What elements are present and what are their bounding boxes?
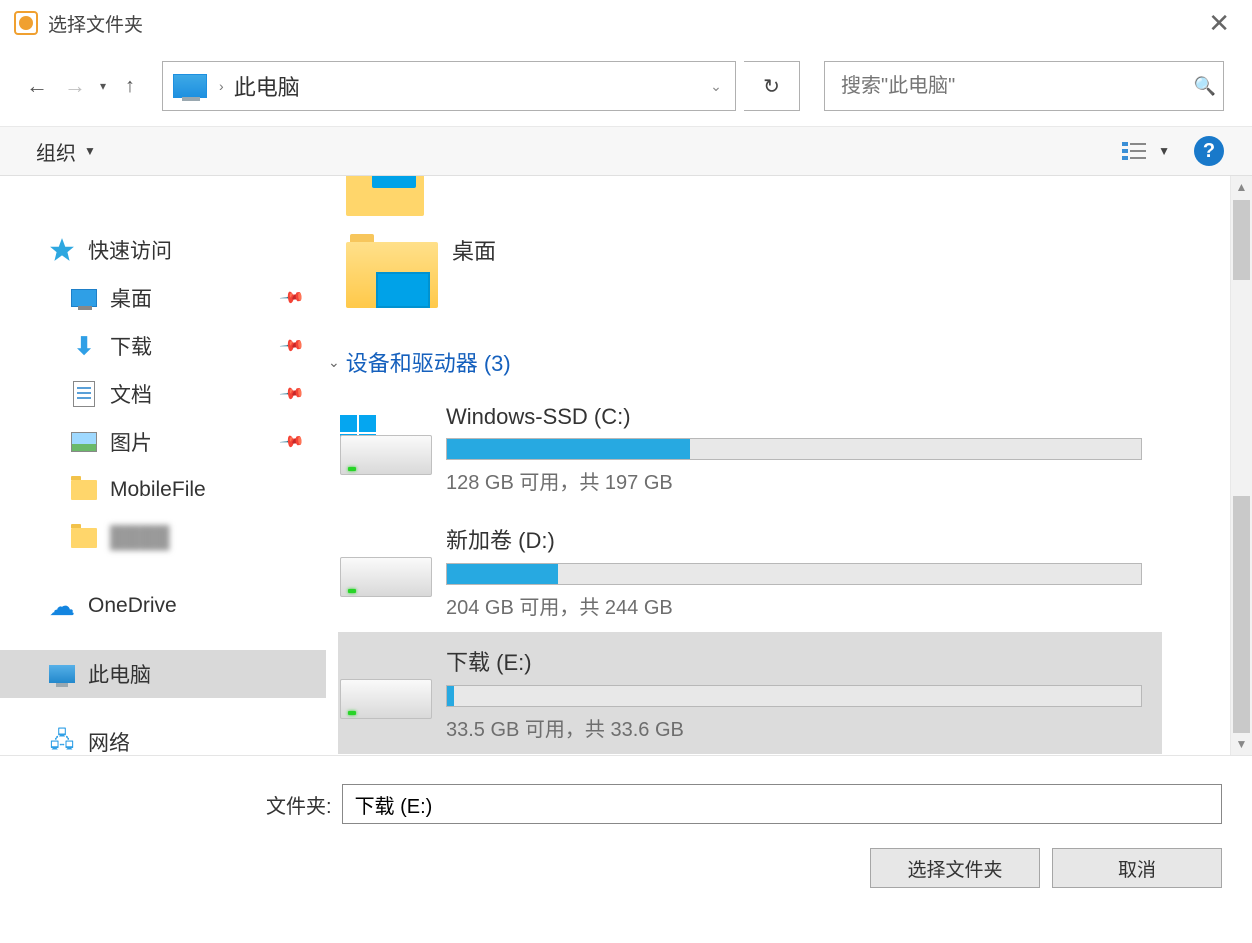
address-bar[interactable]: › 此电脑 ⌄	[162, 61, 736, 111]
sidebar-quick-access[interactable]: 快速访问	[0, 226, 326, 274]
breadcrumb-separator: ›	[219, 78, 224, 94]
drive-name: 新加卷 (D:)	[446, 523, 1142, 555]
drive-status: 128 GB 可用，共 197 GB	[446, 466, 1142, 495]
app-icon	[14, 11, 38, 35]
footer: 文件夹: 选择文件夹 取消	[0, 756, 1252, 902]
sidebar-item-desktop[interactable]: 桌面 📌	[0, 274, 326, 322]
pictures-icon	[66, 427, 102, 457]
drive-icon	[340, 415, 432, 483]
drive-name: Windows-SSD (C:)	[446, 404, 1142, 430]
tile-label: 桌面	[452, 234, 496, 266]
drive-status: 204 GB 可用，共 244 GB	[446, 591, 1142, 620]
drive-usage-bar	[446, 438, 1142, 460]
close-icon[interactable]: ✕	[1194, 8, 1244, 39]
network-icon: 🖧	[44, 727, 80, 755]
sidebar-item-label: ████	[110, 526, 170, 550]
desktop-folder-tile[interactable]: 桌面	[346, 232, 496, 308]
drive-status: 33.5 GB 可用，共 33.6 GB	[446, 713, 1142, 742]
scrollbar-thumb[interactable]	[1233, 200, 1250, 280]
sidebar-item-label: 下载	[110, 331, 152, 361]
organize-button[interactable]: 组织	[36, 137, 76, 166]
scroll-up-icon[interactable]: ▲	[1231, 176, 1252, 198]
sidebar-item-pictures[interactable]: 图片 📌	[0, 418, 326, 466]
drive-usage-bar	[446, 685, 1142, 707]
titlebar: 选择文件夹 ✕	[0, 0, 1252, 46]
sidebar-item-label: 快速访问	[88, 235, 172, 265]
scrollbar[interactable]: ▲ ▼	[1230, 176, 1252, 755]
sidebar-item-label: 文档	[110, 379, 152, 409]
pin-icon: 📌	[278, 428, 306, 456]
pin-icon: 📌	[278, 332, 306, 360]
pin-icon: 📌	[278, 284, 306, 312]
drive-name: 下载 (E:)	[446, 645, 1142, 677]
drive-item-e[interactable]: 下载 (E:) 33.5 GB 可用，共 33.6 GB	[338, 632, 1162, 754]
drive-icon	[340, 659, 432, 727]
group-header-devices[interactable]: ⌄ 设备和驱动器 (3)	[326, 346, 511, 378]
breadcrumb-current[interactable]: 此电脑	[234, 70, 300, 102]
desktop-icon	[66, 283, 102, 313]
chevron-down-icon: ⌄	[328, 354, 340, 371]
sidebar-item-label: 此电脑	[88, 659, 151, 689]
sidebar-item-label: OneDrive	[88, 594, 177, 618]
window-title: 选择文件夹	[48, 10, 143, 37]
cancel-button[interactable]: 取消	[1052, 848, 1222, 888]
folder-input[interactable]	[342, 784, 1222, 824]
sidebar-item-label: 网络	[88, 727, 130, 755]
help-icon[interactable]: ?	[1194, 136, 1224, 166]
folder-icon	[346, 232, 438, 308]
breadcrumb-dropdown[interactable]: ⌄	[699, 63, 733, 109]
folder-icon	[66, 523, 102, 553]
onedrive-icon: ☁	[44, 591, 80, 621]
partial-folder-tile[interactable]	[346, 176, 424, 216]
star-icon	[44, 235, 80, 265]
sidebar-item-documents[interactable]: 文档 📌	[0, 370, 326, 418]
up-button[interactable]: ↑	[116, 72, 144, 100]
refresh-button[interactable]: ↻	[744, 61, 800, 111]
view-options-icon[interactable]	[1122, 140, 1146, 162]
sidebar-item-this-pc[interactable]: 此电脑	[0, 650, 326, 698]
sidebar-item-label: 图片	[110, 427, 152, 457]
folder-field-label: 文件夹:	[266, 790, 332, 819]
sidebar: 快速访问 桌面 📌 ⬇ 下载 📌 文档 📌 图片 📌 MobileFile	[0, 176, 326, 755]
sidebar-item-downloads[interactable]: ⬇ 下载 📌	[0, 322, 326, 370]
download-icon: ⬇	[66, 331, 102, 361]
folder-icon	[66, 475, 102, 505]
drive-item-c[interactable]: Windows-SSD (C:) 128 GB 可用，共 197 GB	[338, 388, 1162, 510]
nav-row: ← → ▾ ↑ › 此电脑 ⌄ ↻ 🔍	[0, 46, 1252, 126]
sidebar-item-label: 桌面	[110, 283, 152, 313]
document-icon	[66, 379, 102, 409]
forward-button[interactable]: →	[60, 71, 90, 101]
scroll-down-icon[interactable]: ▼	[1231, 733, 1252, 755]
group-header-label: 设备和驱动器 (3)	[346, 346, 511, 378]
sidebar-item-mobilefile[interactable]: MobileFile	[0, 466, 326, 514]
recent-dropdown[interactable]: ▾	[100, 79, 106, 93]
search-box[interactable]: 🔍	[824, 61, 1224, 111]
content-area: 桌面 ⌄ 设备和驱动器 (3) Windows-SSD (C:) 128 GB …	[326, 176, 1252, 755]
toolbar: 组织 ▼ ▼ ?	[0, 126, 1252, 176]
sidebar-item-label: MobileFile	[110, 478, 206, 502]
drive-usage-bar	[446, 563, 1142, 585]
select-folder-button[interactable]: 选择文件夹	[870, 848, 1040, 888]
organize-dropdown-icon[interactable]: ▼	[84, 144, 96, 158]
pc-icon	[44, 659, 80, 689]
view-dropdown-icon[interactable]: ▼	[1158, 144, 1170, 158]
search-input[interactable]	[825, 75, 1187, 98]
pin-icon: 📌	[278, 380, 306, 408]
drive-icon	[340, 537, 432, 605]
drive-item-d[interactable]: 新加卷 (D:) 204 GB 可用，共 244 GB	[338, 510, 1162, 632]
scrollbar-thumb[interactable]	[1233, 496, 1250, 733]
back-button[interactable]: ←	[22, 71, 52, 101]
sidebar-item-redacted[interactable]: ████	[0, 514, 326, 562]
pc-icon	[173, 74, 207, 98]
sidebar-item-network[interactable]: 🖧 网络	[0, 718, 326, 755]
search-icon[interactable]: 🔍	[1187, 76, 1223, 97]
sidebar-item-onedrive[interactable]: ☁ OneDrive	[0, 582, 326, 630]
